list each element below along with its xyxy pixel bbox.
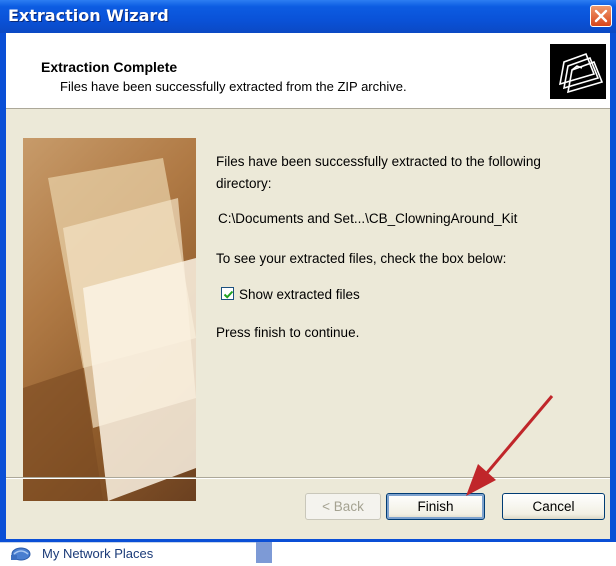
wizard-header: Extraction Complete Files have been succ… [6,33,610,109]
folders-icon [550,44,606,99]
finish-button[interactable]: Finish [386,493,485,520]
wizard-side-image [23,138,196,501]
button-divider [6,477,610,479]
header-title: Extraction Complete [41,59,178,75]
instruction-text: To see your extracted files, check the b… [216,251,507,266]
window-title: Extraction Wizard [8,6,169,25]
close-icon [594,9,608,23]
finish-prompt: Press finish to continue. [216,325,360,340]
cancel-button[interactable]: Cancel [502,493,605,520]
taskbar-block [256,542,272,563]
back-button[interactable]: < Back [305,493,381,520]
wizard-client-area: Extraction Complete Files have been succ… [6,33,610,539]
success-message-line2: directory: [216,176,272,191]
my-network-places-label: My Network Places [42,546,154,561]
show-extracted-files-label[interactable]: Show extracted files [239,287,360,302]
extraction-path: C:\Documents and Set...\CB_ClowningAroun… [218,211,518,226]
header-subtitle: Files have been successfully extracted f… [60,79,407,94]
title-bar[interactable]: Extraction Wizard [0,0,616,33]
my-network-places-item[interactable]: My Network Places [0,542,272,564]
show-extracted-files-checkbox[interactable] [221,287,234,300]
network-places-icon [10,546,32,561]
close-button[interactable] [590,5,612,27]
success-message-line1: Files have been successfully extracted t… [216,154,541,169]
checkmark-icon [223,290,234,299]
